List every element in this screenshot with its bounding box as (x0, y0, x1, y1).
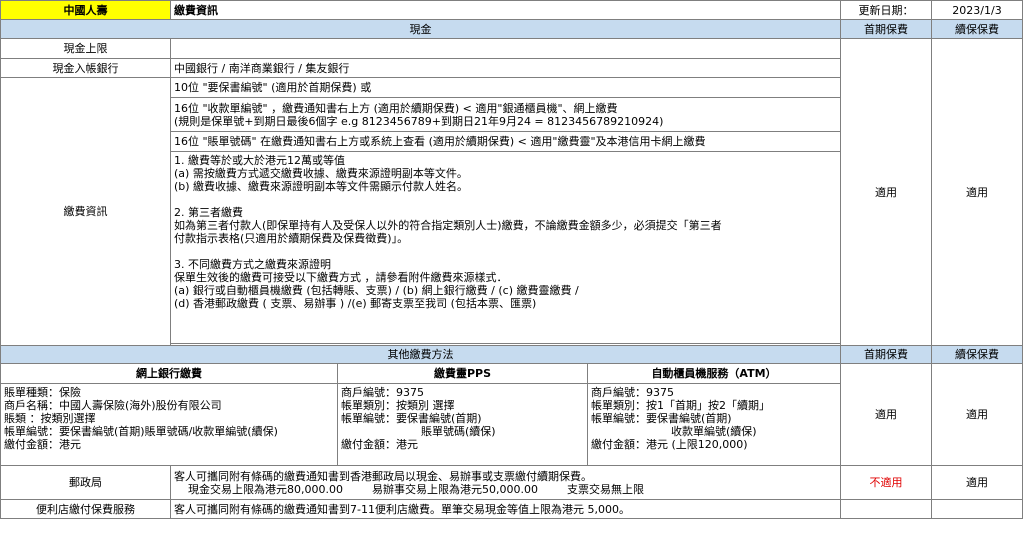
info-line2a: 16位 "收款單編號" ，繳費通知書右上方 (適用於續期保費) < 適用"銀通櫃… (174, 101, 618, 115)
online-line: 賬類 ：按類別選擇 (4, 412, 96, 425)
sheet: { "header": { "company": "中國人壽", "title"… (0, 0, 1024, 545)
note-line: 2. 第三者繳費 (174, 206, 243, 219)
store-info: 客人可攜同附有條碼的繳費通知書到7-11便利店繳費。單筆交易現金等值上限為港元 … (170, 499, 841, 519)
cash-info-label: 繳費資訊 (0, 77, 171, 346)
other-col-first: 首期保費 (840, 345, 932, 364)
cash-limit-label: 現金上限 (0, 38, 171, 59)
cash-limit-row: 現金上限 適用 適用 (0, 38, 1023, 346)
pps-line: 繳付金額：港元 (341, 438, 418, 451)
store-first-status (840, 499, 932, 519)
atm-title: 自動櫃員機服務（ATM） (587, 363, 841, 384)
cash-banks-label: 現金入帳銀行 (0, 58, 171, 78)
atm-line: 帳單編號：要保書編號(首期) (591, 412, 732, 425)
post-cheque-limit: 支票交易無上限 (566, 482, 644, 496)
note-line: (b) 繳費收據、繳費來源證明副本等文件需顯示付款人姓名。 (174, 180, 469, 193)
updated-label: 更新日期： (840, 0, 932, 20)
online-banking-details: 賬單種類：保險 商戶名稱：中國人壽保險(海外)股份有限公司 賬類 ：按類別選擇 … (0, 383, 338, 466)
other-subheader-row: 網上銀行繳費 繳費靈PPS 自動櫃員機服務（ATM） 適用 適用 (0, 363, 1023, 466)
online-line: 帳單編號：要保書編號(首期)賬單號碼/收款單編號(續保) (4, 425, 278, 438)
info-line1: 10位 "要保書編號" (適用於首期保費) 或 (170, 77, 841, 98)
atm-line: 帳單類別：按1「首期」按2「續期」 (591, 399, 770, 412)
atm-line: 繳付金額：港元 (上限120,000) (591, 438, 748, 451)
note-line: 如為第三者付款人(即保單持有人及受保人以外的符合指定類別人士)繳費，不論繳費金額… (174, 219, 722, 232)
pps-line: 商戶編號：9375 (341, 386, 424, 399)
info-notes: 1. 繳費等於或大於港元12萬或等值 (a) 需按繳費方式遞交繳費收據、繳費來源… (170, 151, 841, 344)
info-line2: 16位 "收款單編號" ，繳費通知書右上方 (適用於續期保費) < 適用"銀通櫃… (170, 97, 841, 132)
updated-date: 2023/1/3 (931, 0, 1023, 20)
note-line: 1. 繳費等於或大於港元12萬或等值 (174, 154, 345, 167)
note-line: 付款指示表格(只適用於續期保費及保費徵費)」。 (174, 232, 409, 245)
note-line: 保單生效後的繳費可接受以下繳費方式 ，請參看附件繳費來源樣式． (174, 271, 508, 284)
info-line3: 16位 "賬單號碼" 在繳費通知書右上方或系統上查看 (適用於續期保費) < 適… (170, 131, 841, 152)
post-first-status: 不適用 (840, 465, 932, 500)
cash-limit-value (170, 38, 841, 59)
atm-line: 收款單編號(續保) (671, 425, 757, 438)
post-line1: 客人可攜同附有條碼的繳費通知書到香港郵政局以現金、易辦事或支票繳付續期保費。 (174, 469, 592, 483)
cash-section-title: 現金 (0, 19, 841, 39)
store-label: 便利店繳付保費服務 (0, 499, 171, 519)
store-row: 便利店繳付保費服務 客人可攜同附有條碼的繳費通知書到7-11便利店繳費。單筆交易… (0, 499, 1023, 519)
cash-renew-status: 適用 (931, 38, 1023, 346)
online-line: 繳付金額：港元 (4, 438, 81, 451)
online-banking-title: 網上銀行繳費 (0, 363, 338, 384)
note-line: 3. 不同繳費方式之繳費來源證明 (174, 258, 331, 271)
cash-col-first: 首期保費 (840, 19, 932, 39)
post-renew-status: 適用 (931, 465, 1023, 500)
pps-line: 帳單類別：按類別 選擇 (341, 399, 455, 412)
page-title: 繳費資訊 (170, 0, 841, 20)
post-office-label: 郵政局 (0, 465, 171, 500)
note-line: (d) 香港郵政繳費 ( 支票、易辦事 ) /(e) 郵寄支票至我司 (包括本票… (174, 297, 537, 310)
banking-first-status: 適用 (840, 363, 932, 466)
post-eps-limit: 易辦事交易上限為港元50,000.00 (371, 482, 538, 496)
info-line2b: (規則是保單號+到期日最後6個字 e.g 8123456789+到期日21年9月… (174, 114, 664, 128)
post-cash-limit: 現金交易上限為港元80,000.00 (188, 482, 343, 496)
cash-col-renew: 續保保費 (931, 19, 1023, 39)
other-col-renew: 續保保費 (931, 345, 1023, 364)
note-line: (a) 銀行或自動櫃員機繳費 (包括轉賬、支票) / (b) 網上銀行繳費 / … (174, 284, 579, 297)
atm-line: 商戶編號：9375 (591, 386, 674, 399)
cash-first-status: 適用 (840, 38, 932, 346)
pps-details: 商戶編號：9375 帳單類別：按類別 選擇 帳單編號：要保書編號(首期) 賬單號… (337, 383, 588, 466)
banking-renew-status: 適用 (931, 363, 1023, 466)
other-header-row: 其他繳費方法 首期保費 續保保費 (0, 345, 1023, 364)
other-section-title: 其他繳費方法 (0, 345, 841, 364)
online-line: 賬單種類：保險 (4, 386, 81, 399)
atm-details: 商戶編號：9375 帳單類別：按1「首期」按2「續期」 帳單編號：要保書編號(首… (587, 383, 841, 466)
payment-info-table: 中國人壽 繳費資訊 更新日期： 2023/1/3 現金 首期保費 續保保費 現金… (0, 0, 1023, 519)
cash-banks-value: 中國銀行 / 南洋商業銀行 / 集友銀行 (170, 58, 841, 78)
post-office-row: 郵政局 客人可攜同附有條碼的繳費通知書到香港郵政局以現金、易辦事或支票繳付續期保… (0, 465, 1023, 500)
cash-header-row: 現金 首期保費 續保保費 (0, 19, 1023, 39)
pps-title: 繳費靈PPS (337, 363, 588, 384)
title-row: 中國人壽 繳費資訊 更新日期： 2023/1/3 (0, 0, 1023, 20)
online-line: 商戶名稱：中國人壽保險(海外)股份有限公司 (4, 399, 222, 412)
company-name: 中國人壽 (0, 0, 171, 20)
post-office-info: 客人可攜同附有條碼的繳費通知書到香港郵政局以現金、易辦事或支票繳付續期保費。 現… (170, 465, 841, 500)
pps-line: 賬單號碼(續保) (421, 425, 496, 438)
store-renew-status (931, 499, 1023, 519)
note-line (174, 193, 837, 206)
note-line (174, 245, 837, 258)
post-line2: 現金交易上限為港元80,000.00 易辦事交易上限為港元50,000.00 支… (174, 483, 837, 496)
note-line: (a) 需按繳費方式遞交繳費收據、繳費來源證明副本等文件。 (174, 167, 468, 180)
pps-line: 帳單編號：要保書編號(首期) (341, 412, 482, 425)
